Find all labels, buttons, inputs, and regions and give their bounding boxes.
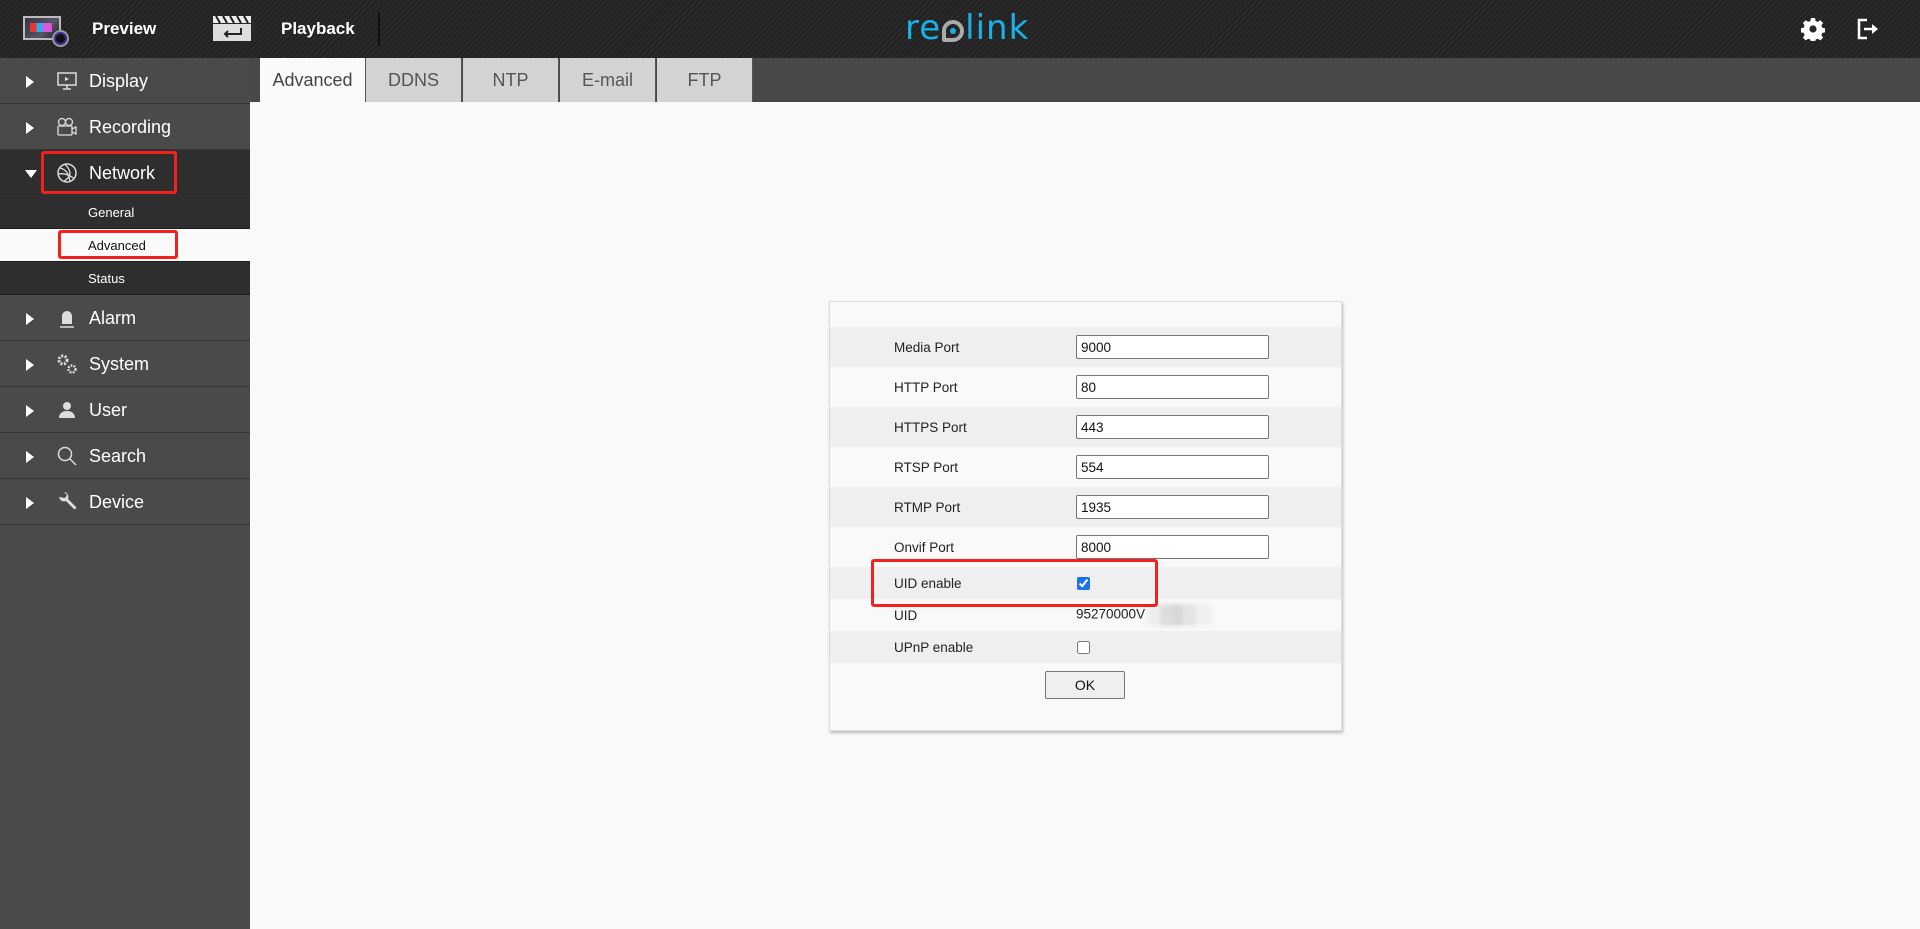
- uid-enable-checkbox[interactable]: [1077, 576, 1090, 590]
- sidebar: Display Recording Network General Advanc…: [0, 58, 250, 929]
- gear-icon[interactable]: [1801, 17, 1825, 41]
- uid-enable-row: UID enable: [830, 567, 1341, 599]
- sidebar-sublabel: General: [88, 204, 135, 220]
- expand-arrow-icon: [26, 76, 34, 88]
- video-camera-icon: [57, 117, 77, 136]
- advanced-settings-panel: Media Port HTTP Port HTTPS Port RTSP Por…: [829, 301, 1342, 731]
- sidebar-subitem-general[interactable]: General: [0, 196, 250, 229]
- uid-value: 95270000V: [1076, 604, 1213, 626]
- sidebar-item-device[interactable]: Device: [0, 479, 250, 525]
- alarm-siren-icon: [60, 311, 74, 328]
- sidebar-label: System: [89, 354, 150, 374]
- sidebar-subitem-status[interactable]: Status: [0, 262, 250, 295]
- top-header: Preview Playback re link: [0, 0, 1920, 58]
- media-port-input[interactable]: [1076, 335, 1269, 359]
- sidebar-label: Alarm: [89, 308, 137, 328]
- https-port-row: HTTPS Port: [830, 407, 1341, 447]
- onvif-port-input[interactable]: [1076, 535, 1269, 559]
- media-port-row: Media Port: [830, 327, 1341, 367]
- sidebar-label: Network: [89, 163, 156, 183]
- expand-arrow-icon: [26, 359, 34, 371]
- rtmp-port-row: RTMP Port: [830, 487, 1341, 527]
- sidebar-sublabel: Advanced: [88, 237, 146, 253]
- sidebar-subitem-advanced[interactable]: Advanced: [0, 229, 250, 262]
- clapperboard-icon: [213, 16, 251, 41]
- expand-arrow-icon: [26, 122, 34, 134]
- user-icon: [59, 402, 75, 418]
- uid-enable-label: UID enable: [894, 575, 962, 591]
- logo-text-a: re: [905, 8, 942, 48]
- sidebar-item-user[interactable]: User: [0, 387, 250, 433]
- expand-arrow-icon: [26, 405, 34, 417]
- logo-text-b: link: [965, 8, 1030, 48]
- sidebar-sublabel: Status: [88, 270, 125, 286]
- sidebar-item-system[interactable]: System: [0, 341, 250, 387]
- tab-bar: Advanced DDNS NTP E-mail FTP: [250, 58, 1920, 102]
- ok-button[interactable]: OK: [1045, 671, 1125, 699]
- uid-row: UID 95270000V: [830, 599, 1341, 631]
- rtmp-port-input[interactable]: [1076, 495, 1269, 519]
- http-port-input[interactable]: [1076, 375, 1269, 399]
- uid-value-text: 95270000V: [1076, 606, 1146, 622]
- reolink-logo: re link: [905, 8, 1030, 48]
- https-port-label: HTTPS Port: [894, 419, 967, 435]
- collapse-arrow-icon: [25, 170, 37, 178]
- playback-button[interactable]: Playback: [200, 0, 375, 58]
- gears-icon: [57, 354, 77, 374]
- monitor-icon: [57, 72, 77, 90]
- rtsp-port-input[interactable]: [1076, 455, 1269, 479]
- rtsp-port-row: RTSP Port: [830, 447, 1341, 487]
- http-port-label: HTTP Port: [894, 379, 958, 395]
- tab-ftp[interactable]: FTP: [657, 58, 753, 102]
- logo-eye-icon: [942, 20, 965, 42]
- sidebar-label: Display: [89, 71, 149, 91]
- sidebar-item-search[interactable]: Search: [0, 433, 250, 479]
- uid-redacted-blur: [1147, 604, 1213, 626]
- uid-label: UID: [894, 607, 918, 623]
- tab-ddns[interactable]: DDNS: [366, 58, 462, 102]
- sidebar-label: Recording: [89, 117, 172, 137]
- network-globe-icon: [57, 163, 77, 183]
- header-divider: [378, 12, 380, 46]
- tab-email[interactable]: E-mail: [560, 58, 656, 102]
- sidebar-item-recording[interactable]: Recording: [0, 104, 250, 150]
- https-port-input[interactable]: [1076, 415, 1269, 439]
- preview-label: Preview: [92, 19, 157, 38]
- sidebar-item-alarm[interactable]: Alarm: [0, 295, 250, 341]
- wrench-icon: [59, 492, 77, 510]
- media-port-label: Media Port: [894, 339, 960, 355]
- sidebar-label: Device: [89, 492, 145, 512]
- rtmp-port-label: RTMP Port: [894, 499, 961, 515]
- sidebar-label: User: [89, 400, 128, 420]
- onvif-port-label: Onvif Port: [894, 539, 955, 555]
- tab-advanced[interactable]: Advanced: [260, 58, 366, 102]
- tab-ntp[interactable]: NTP: [463, 58, 559, 102]
- expand-arrow-icon: [26, 497, 34, 509]
- logout-icon[interactable]: [1856, 17, 1880, 41]
- upnp-enable-label: UPnP enable: [894, 639, 974, 655]
- expand-arrow-icon: [26, 451, 34, 463]
- preview-monitor-icon: [23, 16, 69, 47]
- rtsp-port-label: RTSP Port: [894, 459, 959, 475]
- sidebar-item-display[interactable]: Display: [0, 58, 250, 104]
- http-port-row: HTTP Port: [830, 367, 1341, 407]
- search-icon: [57, 446, 77, 466]
- sidebar-label: Search: [89, 446, 147, 466]
- expand-arrow-icon: [26, 313, 34, 325]
- preview-button[interactable]: Preview: [0, 0, 180, 58]
- playback-label: Playback: [281, 19, 355, 38]
- upnp-enable-checkbox[interactable]: [1077, 640, 1090, 654]
- sidebar-item-network[interactable]: Network: [0, 150, 250, 196]
- onvif-port-row: Onvif Port: [830, 527, 1341, 567]
- upnp-enable-row: UPnP enable: [830, 631, 1341, 663]
